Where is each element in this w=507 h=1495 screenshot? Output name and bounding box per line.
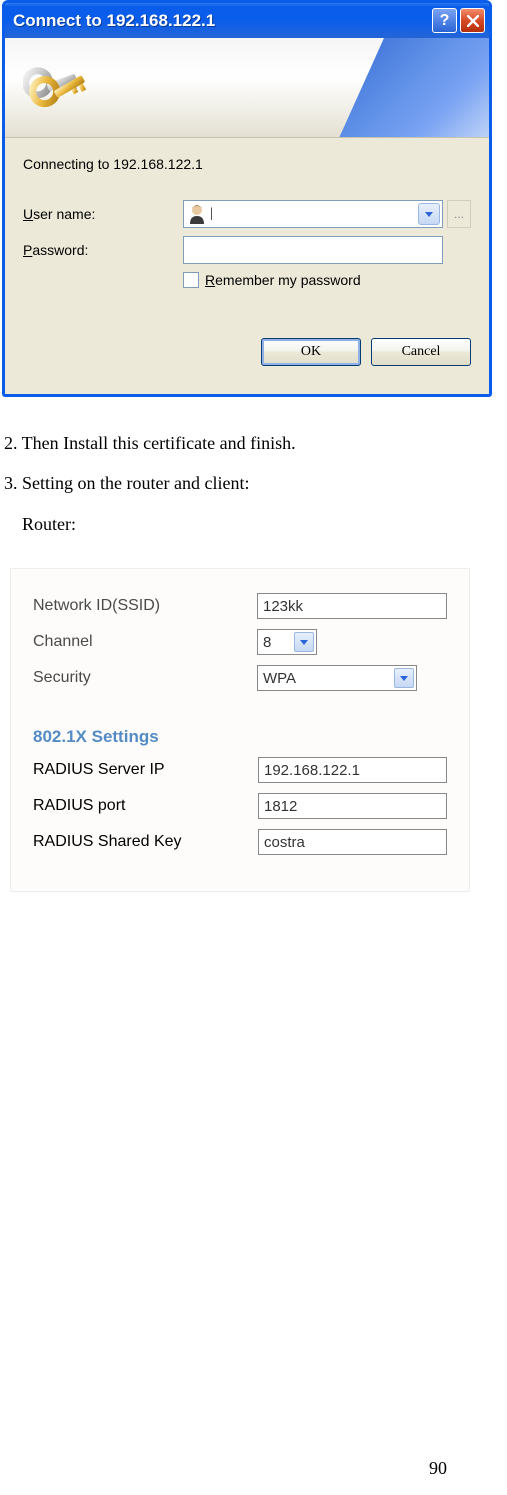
chevron-down-icon	[294, 632, 314, 652]
radius-key-input[interactable]: costra	[258, 829, 447, 855]
remember-checkbox[interactable]	[183, 272, 199, 288]
auth-dialog: Connect to 192.168.122.1 ?	[2, 0, 492, 397]
password-input[interactable]	[183, 236, 443, 264]
security-select[interactable]: WPA	[257, 665, 417, 691]
username-dropdown-arrow[interactable]	[418, 203, 440, 225]
security-row: Security WPA	[33, 665, 447, 691]
page-number: 90	[429, 1458, 447, 1479]
title-bar[interactable]: Connect to 192.168.122.1 ?	[5, 3, 489, 38]
keys-icon	[23, 60, 103, 120]
username-label: User name:	[23, 206, 183, 222]
radius-port-label: RADIUS port	[33, 797, 258, 815]
step-3: 3. Setting on the router and client:	[4, 467, 507, 499]
radius-ip-label: RADIUS Server IP	[33, 761, 258, 779]
chevron-down-icon	[394, 668, 414, 688]
username-row: User name: | ...	[23, 200, 471, 228]
connecting-text: Connecting to 192.168.122.1	[23, 156, 471, 172]
router-label: Router:	[4, 508, 507, 540]
section-8021x-title: 802.1X Settings	[33, 727, 447, 747]
dialog-banner	[5, 38, 489, 138]
password-row: Password:	[23, 236, 471, 264]
step-2: 2. Then Install this certificate and fin…	[4, 427, 507, 459]
channel-row: Channel 8	[33, 629, 447, 655]
help-button[interactable]: ?	[432, 8, 457, 33]
chevron-down-icon	[425, 212, 433, 217]
close-button[interactable]	[460, 8, 485, 33]
radius-port-input[interactable]: 1812	[258, 793, 447, 819]
security-label: Security	[33, 669, 257, 687]
dialog-buttons: OK Cancel	[23, 338, 471, 366]
remember-row: Remember my password	[23, 272, 471, 288]
radius-ip-row: RADIUS Server IP 192.168.122.1	[33, 757, 447, 783]
remember-label: Remember my password	[205, 272, 361, 288]
channel-select[interactable]: 8	[257, 629, 317, 655]
radius-key-label: RADIUS Shared Key	[33, 833, 258, 851]
password-label: Password:	[23, 242, 183, 258]
radius-port-row: RADIUS port 1812	[33, 793, 447, 819]
dialog-body: Connecting to 192.168.122.1 User name: |…	[5, 138, 489, 394]
username-value: |	[210, 206, 414, 222]
radius-ip-input[interactable]: 192.168.122.1	[258, 757, 447, 783]
window-title: Connect to 192.168.122.1	[13, 11, 429, 31]
ssid-label: Network ID(SSID)	[33, 597, 257, 615]
router-settings-panel: Network ID(SSID) 123kk Channel 8 Securit…	[10, 568, 470, 892]
browse-button[interactable]: ...	[447, 200, 471, 228]
channel-label: Channel	[33, 633, 257, 651]
instructions: 2. Then Install this certificate and fin…	[4, 427, 507, 540]
username-combo[interactable]: |	[183, 200, 443, 228]
ssid-input[interactable]: 123kk	[257, 593, 447, 619]
cancel-button[interactable]: Cancel	[371, 338, 471, 366]
ok-button[interactable]: OK	[261, 338, 361, 366]
user-icon	[188, 204, 206, 224]
close-icon	[467, 15, 479, 27]
ssid-row: Network ID(SSID) 123kk	[33, 593, 447, 619]
radius-key-row: RADIUS Shared Key costra	[33, 829, 447, 855]
